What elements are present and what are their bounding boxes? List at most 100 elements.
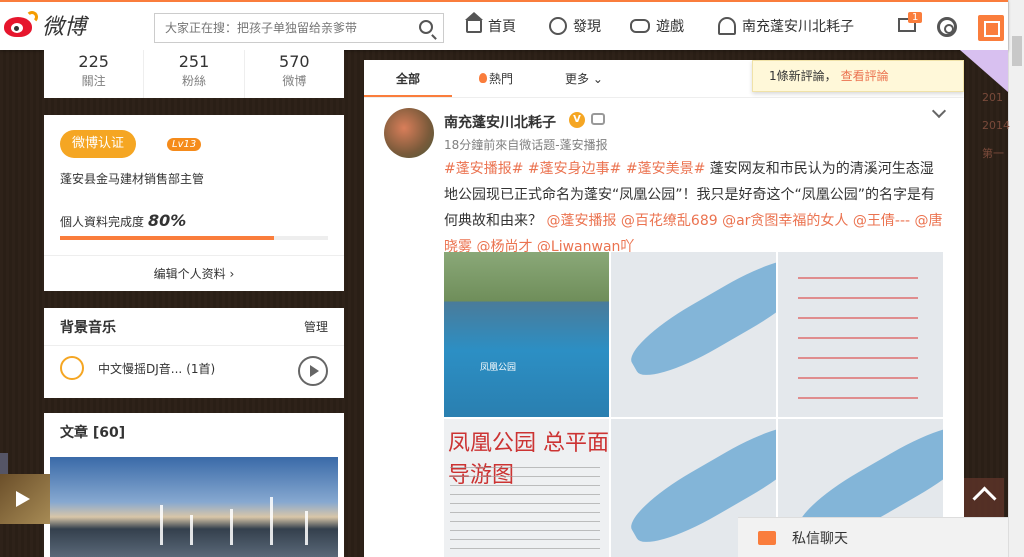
- articles-count: [60]: [92, 425, 126, 441]
- fountain-jet: [160, 505, 163, 545]
- mention[interactable]: @百花缭乱689: [621, 213, 718, 229]
- notice-text: 1條新評論，: [769, 69, 837, 83]
- level-badge[interactable]: Lv13: [167, 138, 202, 151]
- nav-profile[interactable]: 南充蓬安川北耗子: [718, 16, 854, 36]
- mention[interactable]: @蓬安播报: [546, 213, 616, 229]
- fountain-jet: [305, 511, 308, 545]
- verified-icon: V: [569, 112, 585, 128]
- articles-title-wrap: 文章 [60]: [60, 422, 125, 442]
- nav-home-label: 首頁: [488, 19, 516, 35]
- compose-button[interactable]: [978, 15, 1004, 41]
- nav-home[interactable]: 首頁: [465, 12, 516, 36]
- post-username[interactable]: 南充蓬安川北耗子: [444, 112, 556, 132]
- play-icon: [16, 491, 30, 507]
- tab-all[interactable]: 全部: [364, 60, 452, 97]
- fountain-jet: [230, 509, 233, 545]
- articles-header: 文章 [60]: [44, 413, 344, 451]
- music-title: 背景音乐: [60, 319, 116, 336]
- mail-badge: 1: [908, 12, 923, 23]
- play-button[interactable]: [298, 356, 328, 386]
- profile-completion: 個人資料完成度 80%: [60, 211, 186, 230]
- hashtag[interactable]: #蓬安美景#: [626, 161, 705, 177]
- nav-discover[interactable]: 發現: [549, 16, 601, 36]
- weibo-logo[interactable]: 微博: [4, 9, 86, 41]
- verify-badge[interactable]: 微博认证: [60, 130, 137, 158]
- search-box[interactable]: [154, 13, 444, 43]
- view-comments-link[interactable]: 查看評論: [841, 69, 889, 83]
- stat-label: 微博: [282, 74, 307, 88]
- chevron-down-icon[interactable]: [931, 103, 947, 119]
- article-image[interactable]: [50, 457, 338, 557]
- mention[interactable]: @王倩---: [853, 213, 910, 229]
- timeline-year[interactable]: 第一: [982, 140, 1008, 168]
- envelope-icon: [758, 530, 776, 545]
- completion-progress-bar: [60, 236, 328, 240]
- member-crown-icon: [591, 113, 605, 125]
- track-name: 中文慢摇DJ音...: [98, 361, 183, 376]
- stat-followers[interactable]: 251 粉絲: [144, 50, 245, 98]
- stat-num: 570: [279, 52, 310, 71]
- profile-card: 微博认证 Lv13 蓬安县金马建材销售部主管 個人資料完成度 80% 编辑个人资料…: [44, 115, 344, 291]
- stat-num: 251: [178, 52, 210, 71]
- tab-hot-label: 熱門: [488, 72, 513, 86]
- hashtag[interactable]: #蓬安身边事#: [528, 161, 621, 177]
- track-count: (1首): [186, 361, 216, 376]
- private-chat-bar[interactable]: 私信聊天: [738, 517, 1008, 557]
- avatar[interactable]: [384, 108, 434, 158]
- logo-text: 微博: [42, 15, 87, 40]
- post-photo[interactable]: [611, 252, 776, 417]
- verify-badge-label: 微博认证: [72, 136, 125, 151]
- music-manage-link[interactable]: 管理: [304, 318, 328, 335]
- feed-panel: 全部 熱門 更多 ⌄ 南充蓬安川北耗子 V 18分鐘前來自微话题-蓬安播报 #蓬…: [364, 60, 964, 557]
- hashtag[interactable]: #蓬安播报#: [444, 161, 523, 177]
- tab-more-label: 更多: [565, 72, 590, 86]
- tab-more[interactable]: 更多 ⌄: [540, 60, 628, 97]
- nav-games[interactable]: 遊戲: [630, 16, 684, 36]
- nav-games-label: 遊戲: [656, 19, 684, 35]
- music-track[interactable]: 中文慢摇DJ音... (1首): [44, 346, 344, 390]
- post-photo[interactable]: [778, 252, 943, 417]
- articles-card: 文章 [60]: [44, 413, 344, 557]
- completion-label: 個人資料完成度: [60, 215, 145, 229]
- profile-stats: 225 關注 251 粉絲 570 微博: [44, 50, 344, 98]
- chevron-right-icon: ›: [229, 267, 235, 281]
- floating-player-thumb[interactable]: [0, 474, 50, 524]
- timeline-year[interactable]: 201: [982, 84, 1008, 112]
- stat-label: 粉絲: [181, 74, 206, 88]
- timeline-year[interactable]: 2014: [982, 112, 1010, 140]
- job-title: 蓬安县金马建材销售部主管: [60, 172, 205, 186]
- post-photo[interactable]: 凤凰公园: [444, 252, 609, 417]
- search-icon[interactable]: [419, 20, 433, 34]
- stat-label: 關注: [81, 74, 106, 88]
- articles-title: 文章: [60, 425, 88, 441]
- stat-following[interactable]: 225 關注: [44, 50, 145, 98]
- photo-sign-text: 凤凰公园: [480, 363, 517, 373]
- new-comment-notice: 1條新評論， 查看評論: [752, 60, 964, 92]
- gamepad-icon: [630, 19, 650, 33]
- tab-hot[interactable]: 熱門: [452, 60, 540, 97]
- fire-icon: [478, 73, 487, 83]
- stat-num: 225: [78, 52, 109, 71]
- timeline-strip: 201 2014 第一: [966, 60, 1010, 180]
- music-card: 背景音乐 管理 中文慢摇DJ音... (1首): [44, 308, 344, 398]
- post-photo[interactable]: 凤凰公园 总平面导游图: [444, 419, 609, 557]
- nav-discover-label: 發現: [573, 19, 601, 35]
- fountain-jet: [270, 497, 273, 545]
- search-input[interactable]: [155, 14, 405, 42]
- weibo-eye-icon: [4, 11, 38, 39]
- fountain-jet: [190, 515, 193, 545]
- post-text: #蓬安播报# #蓬安身边事# #蓬安美景# 蓬安网友和市民认为的清溪河生态湿地公…: [444, 156, 944, 260]
- home-icon: [465, 12, 483, 33]
- scrollbar[interactable]: [1008, 0, 1024, 557]
- chevron-down-icon: ⌄: [592, 72, 603, 86]
- gear-icon[interactable]: [937, 17, 957, 37]
- stat-posts[interactable]: 570 微博: [245, 50, 344, 98]
- mention[interactable]: @ar贪图幸福的女人: [722, 213, 848, 229]
- completion-value: 80%: [148, 211, 187, 230]
- edit-profile-label: 编辑个人资料: [153, 267, 226, 281]
- nav-profile-label: 南充蓬安川北耗子: [742, 19, 854, 35]
- scrollbar-thumb[interactable]: [1012, 36, 1022, 66]
- edit-profile-link[interactable]: 编辑个人资料 ›: [44, 255, 344, 291]
- back-to-top-button[interactable]: [964, 478, 1004, 518]
- music-header: 背景音乐 管理: [44, 308, 344, 346]
